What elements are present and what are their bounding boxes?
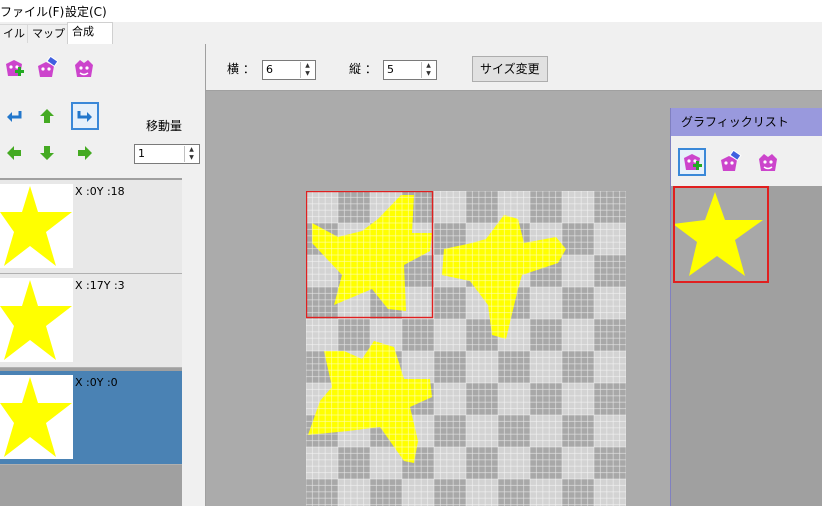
- move-amount-spinner[interactable]: ▲ ▼: [184, 146, 198, 162]
- cell-grid: [306, 191, 626, 506]
- move-down-button[interactable]: [33, 139, 61, 167]
- resize-button[interactable]: サイズ変更: [472, 56, 548, 82]
- layer-coordinates: X :0Y :0: [75, 376, 118, 389]
- menu-file[interactable]: ファイル(F): [0, 3, 64, 20]
- spin-down-icon: ▼: [305, 70, 310, 77]
- width-label: 横 ：: [227, 62, 255, 76]
- width-spinner[interactable]: ▲ ▼: [300, 62, 314, 78]
- move-left-button[interactable]: [0, 139, 28, 167]
- layer-thumbnail: [0, 375, 73, 459]
- rotate-left-icon: [7, 111, 22, 122]
- tab-map[interactable]: マップ: [27, 24, 70, 43]
- height-label: 縦 ：: [349, 62, 377, 76]
- layer-thumbnail: [0, 184, 73, 268]
- move-amount-value: 1: [138, 147, 145, 160]
- erase-graphic-button[interactable]: [33, 54, 61, 82]
- move-right-button[interactable]: [71, 139, 99, 167]
- rotate-right-button[interactable]: [71, 102, 99, 130]
- tab-compose[interactable]: 合成: [67, 22, 113, 44]
- layer-coordinates: X :0Y :18: [75, 185, 125, 198]
- height-value: 5: [387, 63, 394, 76]
- add-graphic-icon: [684, 154, 702, 170]
- graphic-list-title: グラフィックリスト: [671, 108, 822, 136]
- layer-item[interactable]: X :0Y :18: [0, 180, 182, 274]
- tab-file[interactable]: イル: [0, 24, 30, 43]
- tab-strip: [0, 22, 822, 44]
- layer-list-scrollbar[interactable]: [182, 178, 205, 506]
- erase-graphic-icon: [721, 150, 742, 171]
- up-arrow-icon: [40, 109, 54, 123]
- graphic-list-add-button[interactable]: [678, 148, 706, 176]
- height-input[interactable]: 5 ▲ ▼: [383, 60, 437, 80]
- down-arrow-icon: [40, 146, 54, 160]
- spin-up-icon: ▲: [189, 146, 194, 153]
- spin-down-icon: ▼: [426, 70, 431, 77]
- move-amount-label: 移動量: [146, 119, 183, 133]
- layer-thumbnail: [0, 278, 73, 362]
- add-graphic-icon: [6, 60, 24, 76]
- menu-bar: [0, 0, 822, 22]
- width-value: 6: [266, 63, 273, 76]
- rotate-right-icon: [77, 111, 92, 122]
- erase-graphic-icon: [38, 56, 59, 77]
- width-input[interactable]: 6 ▲ ▼: [262, 60, 316, 80]
- spin-up-icon: ▲: [426, 62, 431, 69]
- graphic-list-item-star[interactable]: [673, 186, 769, 283]
- graphic-settings-icon: [759, 154, 777, 171]
- spin-up-icon: ▲: [305, 62, 310, 69]
- layer-item[interactable]: X :17Y :3: [0, 274, 182, 368]
- map-canvas[interactable]: [306, 191, 626, 506]
- move-up-button[interactable]: [33, 102, 61, 130]
- height-spinner[interactable]: ▲ ▼: [421, 62, 435, 78]
- layer-item-selected[interactable]: X :0Y :0: [0, 371, 182, 465]
- graphic-list-settings-button[interactable]: [754, 148, 782, 176]
- graphic-list-erase-button[interactable]: [716, 148, 744, 176]
- layer-coordinates: X :17Y :3: [75, 279, 125, 292]
- graphic-settings-icon: [75, 60, 93, 77]
- right-arrow-icon: [78, 146, 92, 160]
- menu-settings[interactable]: 設定(C): [65, 3, 107, 20]
- graphic-settings-button[interactable]: [70, 54, 98, 82]
- spin-down-icon: ▼: [189, 154, 194, 161]
- add-graphic-button[interactable]: [0, 54, 28, 82]
- left-arrow-icon: [7, 146, 21, 160]
- rotate-left-button[interactable]: [0, 102, 28, 130]
- move-amount-input[interactable]: 1 ▲ ▼: [134, 144, 200, 164]
